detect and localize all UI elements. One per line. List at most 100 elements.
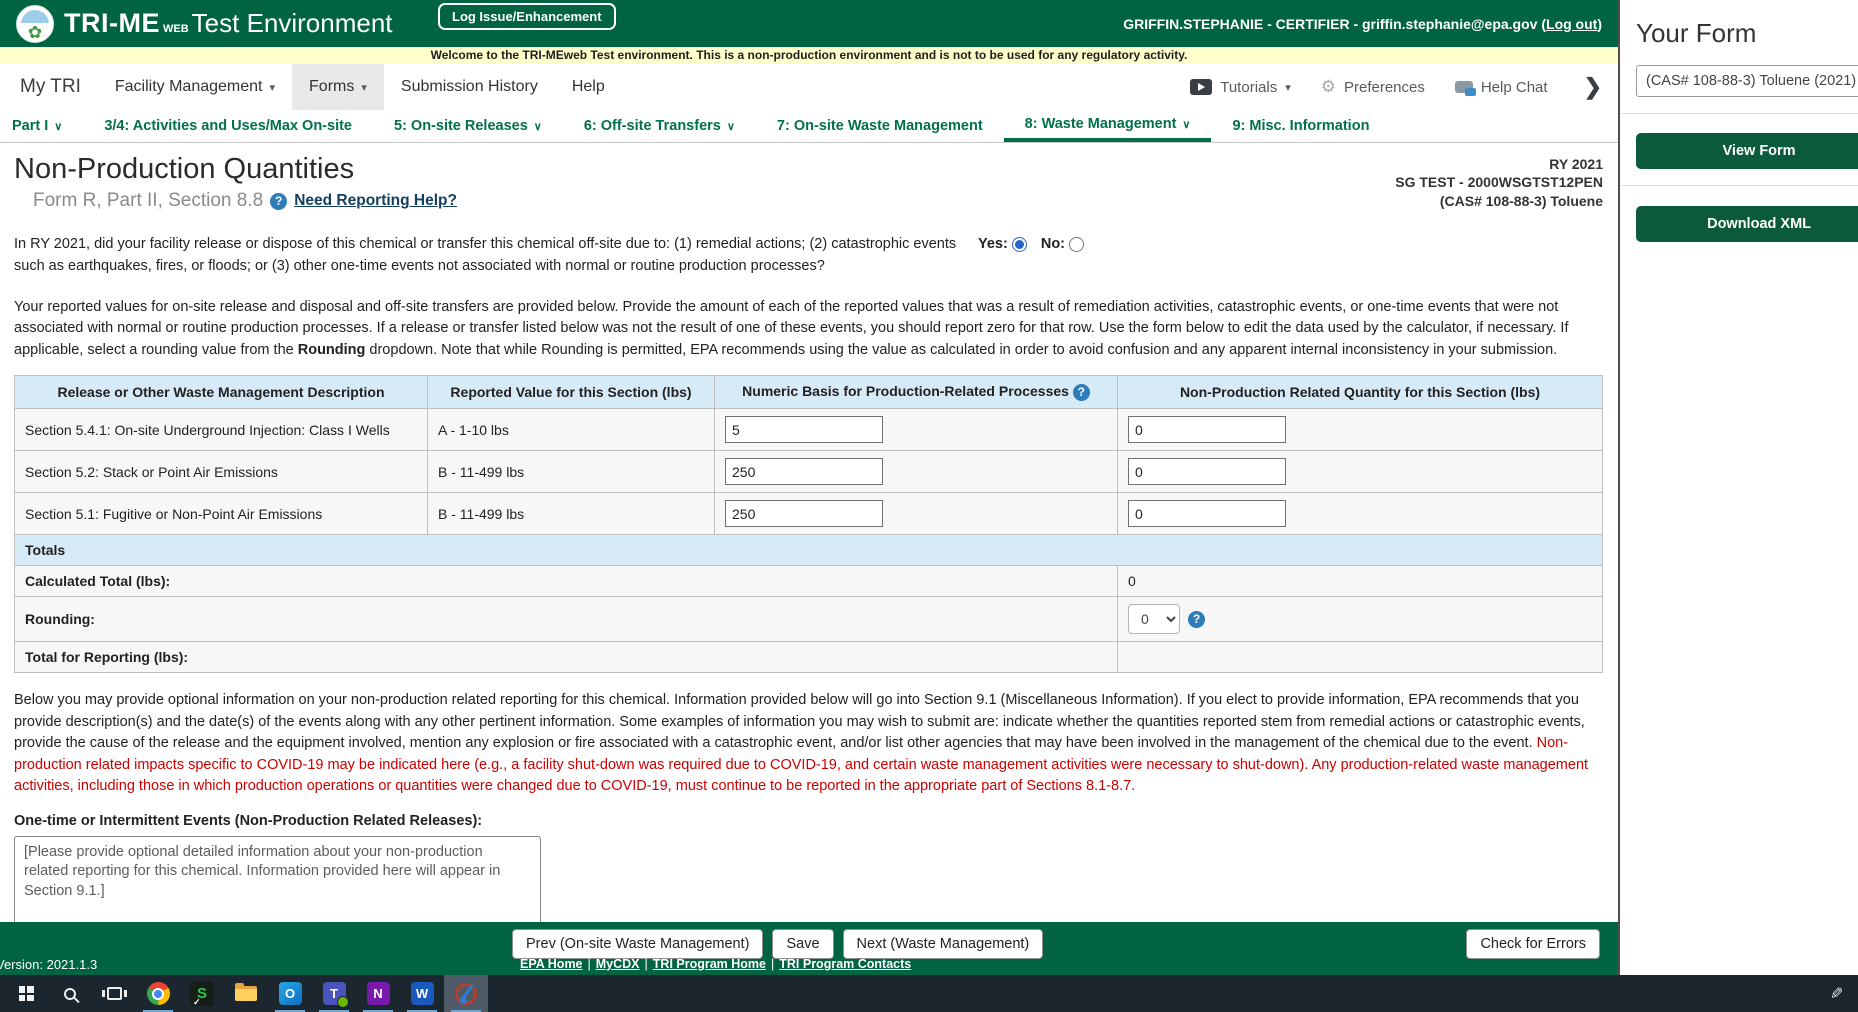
taskbar-onenote[interactable]: N xyxy=(356,975,400,1012)
optional-info-paragraph: Below you may provide optional informati… xyxy=(14,690,1603,797)
reporting-year: RY 2021 xyxy=(1395,155,1603,173)
non-production-qty-input[interactable] xyxy=(1128,416,1286,443)
gear-icon xyxy=(1321,77,1336,97)
nav-help-chat[interactable]: Help Chat xyxy=(1455,79,1548,96)
logout-link[interactable]: Log out xyxy=(1546,16,1597,32)
need-reporting-help-link[interactable]: Need Reporting Help? xyxy=(294,192,457,210)
rounding-select[interactable]: 0 xyxy=(1128,604,1180,634)
calculated-total-row: Calculated Total (lbs): 0 xyxy=(15,566,1603,597)
rounding-row: Rounding: 0 xyxy=(15,597,1603,642)
form-select[interactable]: (CAS# 108-88-3) Toluene (2021) xyxy=(1636,65,1858,97)
task-view-icon xyxy=(107,987,122,1000)
brand-name: TRI-ME xyxy=(64,8,160,38)
taskbar-screenconnect[interactable]: S xyxy=(180,975,224,1012)
tab-part-i[interactable]: Part I xyxy=(0,110,83,142)
chemical-name: (CAS# 108-88-3) Toluene xyxy=(1395,192,1603,210)
taskbar-outlook[interactable]: O xyxy=(268,975,312,1012)
download-xml-button[interactable]: Download XML xyxy=(1636,206,1858,242)
mycdx-link[interactable]: MyCDX xyxy=(596,957,640,971)
calculated-total-label: Calculated Total (lbs): xyxy=(15,566,1118,597)
pen-workspace-button[interactable] xyxy=(1816,975,1858,1012)
epa-logo-icon xyxy=(16,5,54,43)
taskbar-chrome[interactable] xyxy=(136,975,180,1012)
save-button[interactable]: Save xyxy=(772,929,833,959)
tab-misc-information[interactable]: 9: Misc. Information xyxy=(1211,110,1390,142)
numeric-basis-input[interactable] xyxy=(725,500,883,527)
environment-notice: Welcome to the TRI-MEweb Test environmen… xyxy=(0,47,1618,64)
rounding-label: Rounding: xyxy=(15,597,1118,642)
log-issue-button[interactable]: Log Issue/Enhancement xyxy=(438,3,616,30)
nav-help[interactable]: Help xyxy=(555,64,622,110)
nav-submission-history[interactable]: Submission History xyxy=(384,64,555,110)
taskbar-file-explorer[interactable] xyxy=(224,975,268,1012)
tab-label: 9: Misc. Information xyxy=(1232,118,1369,134)
row-reported-value: B - 11-499 lbs xyxy=(428,493,715,535)
link-separator: | xyxy=(588,957,591,971)
no-radio[interactable] xyxy=(1069,237,1084,252)
chat-bubble-icon xyxy=(1455,81,1473,93)
nav-tutorials[interactable]: Tutorials xyxy=(1190,79,1291,96)
tab-offsite-transfers[interactable]: 6: Off-site Transfers xyxy=(563,110,756,142)
nav-forms-label: Forms xyxy=(309,78,354,96)
question-mark-icon[interactable] xyxy=(1188,611,1205,628)
row-description: Section 5.2: Stack or Point Air Emission… xyxy=(15,451,428,493)
start-button[interactable] xyxy=(4,975,48,1012)
word-icon: W xyxy=(411,982,434,1005)
non-production-qty-input[interactable] xyxy=(1128,458,1286,485)
non-production-qty-input[interactable] xyxy=(1128,500,1286,527)
yes-radio[interactable] xyxy=(1012,237,1027,252)
numeric-basis-input[interactable] xyxy=(725,416,883,443)
tab-onsite-releases[interactable]: 5: On-site Releases xyxy=(373,110,563,142)
tab-onsite-waste-management[interactable]: 7: On-site Waste Management xyxy=(756,110,1004,142)
prev-button[interactable]: Prev (On-site Waste Management) xyxy=(512,929,763,959)
video-tutorials-icon xyxy=(1190,79,1212,95)
nav-my-tri[interactable]: My TRI xyxy=(0,64,98,110)
row-non-production-cell xyxy=(1118,409,1603,451)
next-button[interactable]: Next (Waste Management) xyxy=(843,929,1044,959)
nav-utilities: Tutorials Preferences Help Chat xyxy=(1190,64,1618,110)
taskbar-snipping-tool[interactable] xyxy=(444,975,488,1012)
version-label: Version: 2021.1.3 xyxy=(0,957,97,972)
footer-links: EPA Home|MyCDX|TRI Program Home|TRI Prog… xyxy=(520,957,911,971)
page-footer: Prev (On-site Waste Management) Save Nex… xyxy=(0,922,1618,975)
sidebar-divider xyxy=(1620,113,1858,114)
task-view-button[interactable] xyxy=(92,975,136,1012)
tab-label: 6: Off-site Transfers xyxy=(584,118,721,134)
taskbar-teams[interactable]: T xyxy=(312,975,356,1012)
brand-environment: Test Environment xyxy=(192,8,393,38)
title-block: Non-Production Quantities Form R, Part I… xyxy=(14,153,457,212)
nav-preferences[interactable]: Preferences xyxy=(1321,77,1425,97)
tab-waste-management[interactable]: 8: Waste Management xyxy=(1004,110,1212,142)
file-explorer-icon xyxy=(235,986,257,1001)
nav-facility-management[interactable]: Facility Management xyxy=(98,64,292,110)
nav-forms[interactable]: Forms xyxy=(292,64,384,110)
chevron-down-icon xyxy=(534,120,542,133)
row-numeric-basis-cell xyxy=(715,409,1118,451)
tri-program-contacts-link[interactable]: TRI Program Contacts xyxy=(779,957,911,971)
subtitle-row: Form R, Part II, Section 8.8 Need Report… xyxy=(33,190,457,212)
tab-activities-uses[interactable]: 3/4: Activities and Uses/Max On-site xyxy=(83,110,373,142)
yes-label: Yes: xyxy=(978,236,1008,252)
view-form-button[interactable]: View Form xyxy=(1636,133,1858,169)
row-non-production-cell xyxy=(1118,493,1603,535)
screenconnect-icon: S xyxy=(190,982,214,1006)
row-non-production-cell xyxy=(1118,451,1603,493)
remedial-question-row: In RY 2021, did your facility release or… xyxy=(14,233,1603,278)
taskbar-word[interactable]: W xyxy=(400,975,444,1012)
intro-rounding-bold: Rounding xyxy=(298,342,366,358)
chevron-down-icon xyxy=(361,81,367,94)
page-title: Non-Production Quantities xyxy=(14,153,457,186)
taskbar-search-button[interactable] xyxy=(48,975,92,1012)
events-textarea[interactable] xyxy=(14,836,541,922)
nav-expand-chevron-icon[interactable] xyxy=(1578,74,1602,100)
check-for-errors-button[interactable]: Check for Errors xyxy=(1466,929,1600,959)
main-nav: My TRI Facility Management Forms Submiss… xyxy=(0,64,1618,110)
teams-icon: T xyxy=(323,982,346,1005)
numeric-basis-input[interactable] xyxy=(725,458,883,485)
question-mark-icon xyxy=(270,193,287,210)
tri-program-home-link[interactable]: TRI Program Home xyxy=(653,957,766,971)
epa-home-link[interactable]: EPA Home xyxy=(520,957,583,971)
question-mark-icon[interactable] xyxy=(1073,384,1090,401)
your-form-sidebar: Your Form (CAS# 108-88-3) Toluene (2021)… xyxy=(1618,0,1858,975)
page-content: Non-Production Quantities Form R, Part I… xyxy=(0,143,1618,922)
